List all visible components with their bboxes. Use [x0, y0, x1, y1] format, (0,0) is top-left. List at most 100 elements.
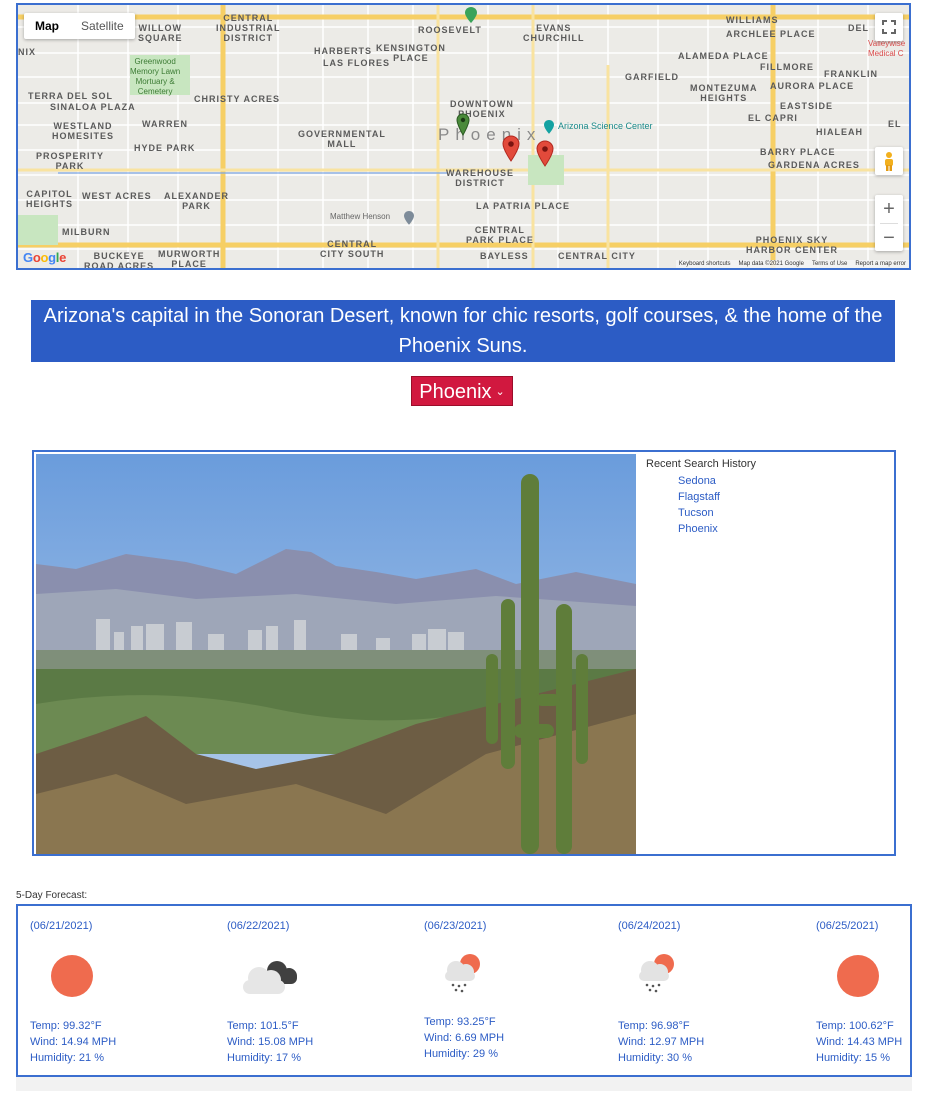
- place-marker-icon[interactable]: [464, 6, 478, 24]
- forecast-wind: Wind: 6.69 MPH: [424, 1032, 505, 1044]
- pegman-icon: [885, 152, 893, 171]
- map-label: BAYLESS: [480, 251, 529, 261]
- map-label: GARFIELD: [625, 72, 679, 82]
- forecast-stats: Temp: 96.98°F Wind: 12.97 MPH Humidity: …: [618, 1018, 704, 1066]
- map-label: WESTLAND HOMESITES: [52, 121, 115, 141]
- map-label: WILLOW SQUARE: [138, 23, 183, 43]
- city-description: Arizona's capital in the Sonoran Desert,…: [31, 300, 895, 362]
- map-data-text: Map data ©2021 Google: [738, 261, 804, 267]
- forecast-humidity: Humidity: 15 %: [816, 1052, 890, 1064]
- city-description-text: Arizona's capital in the Sonoran Desert,…: [43, 305, 883, 357]
- map-label: BUCKEYE ROAD ACRES: [84, 251, 155, 270]
- forecast-wind: Wind: 12.97 MPH: [618, 1036, 705, 1048]
- forecast-date: (06/24/2021): [618, 920, 681, 932]
- map-label: NIX: [18, 47, 37, 57]
- forecast-stats: Temp: 100.62°F Wind: 14.43 MPH Humidity:…: [816, 1018, 902, 1066]
- map-label: BARRY PLACE: [760, 147, 836, 157]
- map-label: CHRISTY ACRES: [194, 94, 281, 104]
- map-label: WILLIAMS: [726, 15, 779, 25]
- rain-sun-icon: [445, 954, 480, 993]
- map-label: SINALOA PLAZA: [50, 102, 136, 112]
- report-error-link[interactable]: Report a map error: [855, 261, 906, 267]
- forecast-day: (06/21/2021) Temp: 99.32°F Wind: 14.94 M…: [30, 906, 150, 1075]
- map-label: WAREHOUSE DISTRICT: [446, 168, 515, 188]
- map-label: EVANS CHURCHILL: [523, 23, 585, 43]
- forecast-date: (06/21/2021): [30, 920, 93, 932]
- forecast-wind: Wind: 15.08 MPH: [227, 1036, 314, 1048]
- map-label: EASTSIDE: [780, 101, 834, 111]
- history-item-flagstaff[interactable]: Flagstaff: [646, 489, 886, 505]
- map-label: CAPITOL HEIGHTS: [26, 189, 74, 209]
- map-label: CENTRAL INDUSTRIAL DISTRICT: [216, 13, 281, 43]
- forecast-date: (06/23/2021): [424, 920, 487, 932]
- map-type-map-button[interactable]: Map: [24, 13, 70, 39]
- forecast-date: (06/25/2021): [816, 920, 879, 932]
- map-label: HARBERTS: [314, 46, 373, 56]
- map-label: MURWORTH PLACE: [158, 249, 221, 269]
- map-label: Matthew Henson: [330, 212, 391, 221]
- street-view-button[interactable]: [875, 147, 903, 175]
- google-logo: Google: [23, 250, 67, 265]
- forecast-day: (06/22/2021) Temp: 101.5°F Wind: 15.08 M…: [227, 906, 347, 1075]
- forecast-stats: Temp: 99.32°F Wind: 14.94 MPH Humidity: …: [30, 1018, 116, 1066]
- map-type-satellite-button[interactable]: Satellite: [70, 13, 135, 39]
- map-label: HIALEAH: [816, 127, 863, 137]
- map-marker-green-icon[interactable]: [456, 113, 470, 137]
- sun-icon: [837, 955, 879, 997]
- fullscreen-button[interactable]: [875, 13, 903, 41]
- forecast-humidity: Humidity: 29 %: [424, 1048, 498, 1060]
- rain-sun-icon: [639, 954, 674, 993]
- forecast-humidity: Humidity: 17 %: [227, 1052, 301, 1064]
- forecast-temp: Temp: 99.32°F: [30, 1020, 102, 1032]
- fullscreen-icon: [882, 20, 896, 34]
- forecast-wind: Wind: 14.43 MPH: [816, 1036, 903, 1048]
- zoom-out-button[interactable]: −: [875, 224, 903, 252]
- map-label: CENTRAL PARK PLACE: [466, 225, 534, 245]
- map-label: DEL: [848, 23, 869, 33]
- map-label: ARCHLEE PLACE: [726, 29, 816, 39]
- keyboard-shortcuts-link[interactable]: Keyboard shortcuts: [679, 261, 731, 267]
- forecast-title: 5-Day Forecast:: [16, 890, 88, 901]
- history-item-phoenix[interactable]: Phoenix: [646, 521, 886, 537]
- map-marker-red-icon[interactable]: [502, 135, 520, 163]
- map-label: FRANKLIN: [824, 69, 878, 79]
- map-type-control: Map Satellite: [24, 13, 135, 39]
- map-marker-red-icon[interactable]: [536, 140, 554, 168]
- city-select[interactable]: Phoenix ⌄: [411, 376, 513, 406]
- terms-link[interactable]: Terms of Use: [812, 261, 847, 267]
- forecast-temp: Temp: 101.5°F: [227, 1020, 299, 1032]
- cloudy-icon: [243, 961, 297, 994]
- forecast-date: (06/22/2021): [227, 920, 290, 932]
- map[interactable]: CENTRAL INDUSTRIAL DISTRICT WILLOW SQUARE R…: [16, 3, 911, 270]
- map-label: WARREN: [142, 119, 188, 129]
- map-label: ALAMEDA PLACE: [678, 51, 769, 61]
- forecast-humidity: Humidity: 30 %: [618, 1052, 692, 1064]
- map-label: MILBURN: [62, 227, 111, 237]
- place-marker-icon[interactable]: [543, 119, 555, 135]
- forecast-panel: (06/21/2021) Temp: 99.32°F Wind: 14.94 M…: [16, 904, 912, 1077]
- map-label-city: Phoenix: [438, 125, 542, 144]
- forecast-temp: Temp: 100.62°F: [816, 1020, 894, 1032]
- map-label: HYDE PARK: [134, 143, 196, 153]
- history-item-sedona[interactable]: Sedona: [646, 473, 886, 489]
- map-label: AURORA PLACE: [770, 81, 855, 91]
- map-label: CENTRAL CITY: [558, 251, 636, 261]
- zoom-in-button[interactable]: +: [875, 195, 903, 223]
- forecast-temp: Temp: 96.98°F: [618, 1020, 690, 1032]
- forecast-stats: Temp: 101.5°F Wind: 15.08 MPH Humidity: …: [227, 1018, 313, 1066]
- map-label: PROSPERITY PARK: [36, 151, 105, 171]
- city-select-value: Phoenix: [419, 381, 492, 403]
- place-marker-icon[interactable]: [403, 210, 415, 226]
- forecast-wind: Wind: 14.94 MPH: [30, 1036, 117, 1048]
- map-label: GARDENA ACRES: [768, 160, 860, 170]
- history-item-tucson[interactable]: Tucson: [646, 505, 886, 521]
- map-label: ALEXANDER PARK: [164, 191, 230, 211]
- forecast-humidity: Humidity: 21 %: [30, 1052, 104, 1064]
- map-label: ROOSEVELT: [418, 25, 482, 35]
- search-history-title: Recent Search History: [646, 458, 757, 470]
- forecast-day: (06/25/2021) Temp: 100.62°F Wind: 14.43 …: [816, 906, 928, 1075]
- map-label: EL CAPRI: [748, 113, 798, 123]
- forecast-footer-bar: [16, 1077, 912, 1091]
- city-panel: Recent Search History Sedona Flagstaff T…: [32, 450, 896, 856]
- sun-icon: [51, 955, 93, 997]
